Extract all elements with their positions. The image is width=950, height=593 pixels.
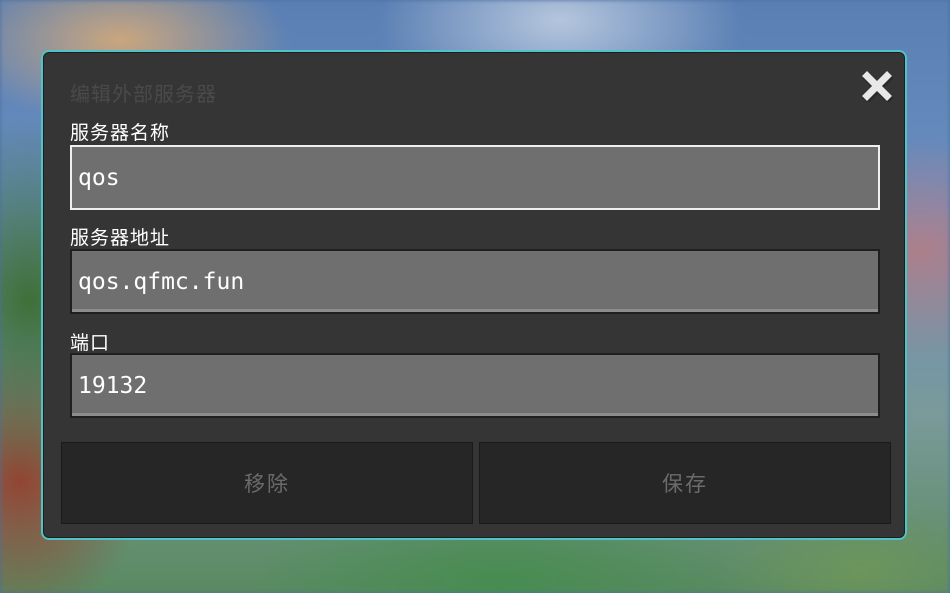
server-name-field[interactable] <box>70 145 880 210</box>
server-name-label: 服务器名称 <box>70 122 171 144</box>
server-address-label: 服务器地址 <box>70 227 171 249</box>
close-icon <box>862 71 893 102</box>
server-address-input[interactable] <box>72 251 878 312</box>
port-field[interactable] <box>70 353 880 418</box>
server-address-field[interactable] <box>70 249 880 314</box>
close-button[interactable] <box>861 70 893 102</box>
edit-server-dialog: 编辑外部服务器 服务器名称 服务器地址 端口 移除 保存 <box>41 50 907 540</box>
remove-button[interactable]: 移除 <box>61 442 473 524</box>
dialog-title: 编辑外部服务器 <box>70 82 217 106</box>
port-input[interactable] <box>72 355 878 416</box>
save-button[interactable]: 保存 <box>479 442 891 524</box>
server-name-input[interactable] <box>72 147 878 208</box>
port-label: 端口 <box>70 332 111 354</box>
